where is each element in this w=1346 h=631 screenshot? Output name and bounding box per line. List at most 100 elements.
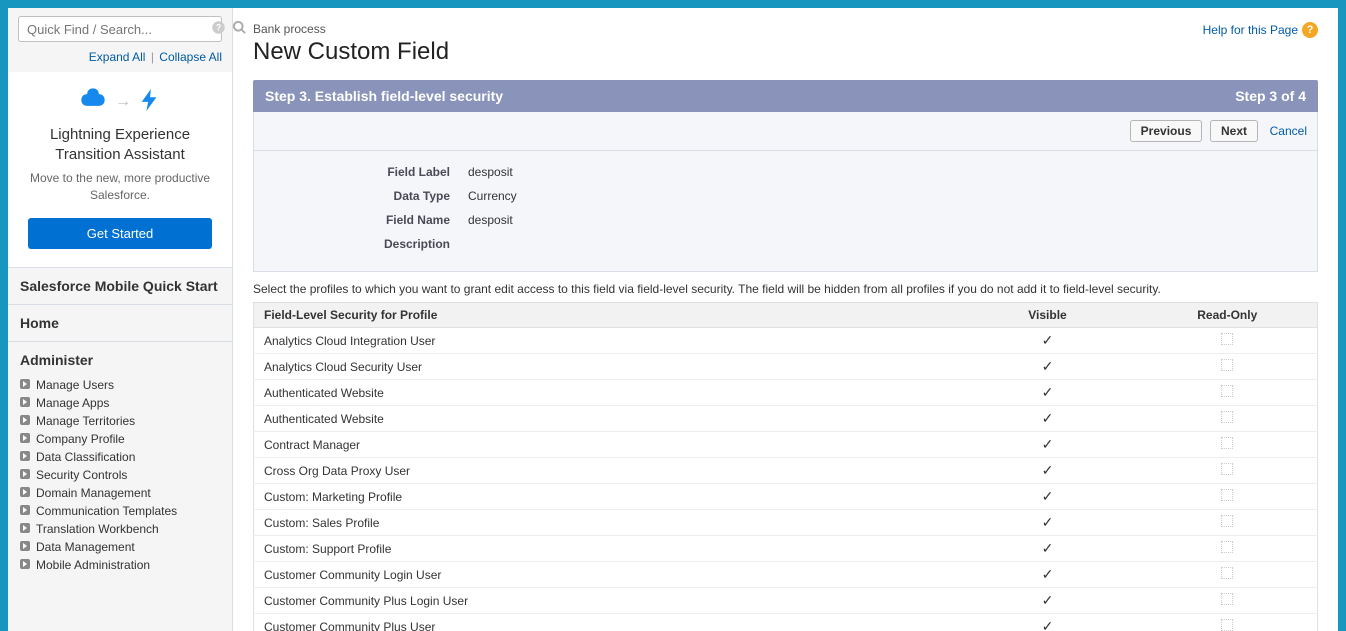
readonly-checkbox[interactable] [1138, 432, 1318, 458]
previous-button[interactable]: Previous [1130, 120, 1203, 142]
sidebar-item-label[interactable]: Data Management [36, 540, 135, 554]
check-icon: ✓ [1042, 488, 1054, 504]
help-for-page-link[interactable]: Help for this Page ? [1203, 22, 1318, 38]
check-icon: ✓ [1042, 358, 1054, 374]
profile-name: Custom: Support Profile [254, 536, 958, 562]
visible-checkbox[interactable]: ✓ [958, 510, 1138, 536]
check-icon: ✓ [1042, 618, 1054, 631]
sidebar-item-label[interactable]: Manage Users [36, 378, 114, 392]
check-icon: ✓ [1042, 436, 1054, 452]
instruction-text: Select the profiles to which you want to… [253, 282, 1318, 296]
visible-checkbox[interactable]: ✓ [958, 458, 1138, 484]
visible-checkbox[interactable]: ✓ [958, 380, 1138, 406]
table-row: Customer Community Plus Login User✓ [254, 588, 1318, 614]
sidebar-item-label[interactable]: Company Profile [36, 432, 125, 446]
data-type-val: Currency [460, 185, 525, 207]
visible-checkbox[interactable]: ✓ [958, 484, 1138, 510]
breadcrumb: Bank process [253, 22, 449, 36]
visible-checkbox[interactable]: ✓ [958, 328, 1138, 354]
mobile-quick-start[interactable]: Salesforce Mobile Quick Start [8, 268, 232, 305]
sidebar-item[interactable]: Manage Territories [20, 412, 220, 430]
visible-checkbox[interactable]: ✓ [958, 536, 1138, 562]
sidebar-item-label[interactable]: Communication Templates [36, 504, 177, 518]
readonly-checkbox[interactable] [1138, 510, 1318, 536]
sidebar-item[interactable]: Mobile Administration [20, 556, 220, 574]
sidebar-item[interactable]: Manage Apps [20, 394, 220, 412]
help-circle-icon[interactable]: ? [211, 20, 226, 38]
sidebar-item[interactable]: Communication Templates [20, 502, 220, 520]
chevron-right-icon [20, 487, 30, 497]
expand-all-link[interactable]: Expand All [89, 50, 146, 64]
readonly-checkbox[interactable] [1138, 536, 1318, 562]
unchecked-icon [1221, 333, 1233, 345]
check-icon: ✓ [1042, 410, 1054, 426]
sidebar-item-label[interactable]: Mobile Administration [36, 558, 150, 572]
th-visible: Visible [958, 303, 1138, 328]
promo-title: Lightning Experience Transition Assistan… [20, 125, 220, 164]
sidebar-item-label[interactable]: Manage Apps [36, 396, 109, 410]
visible-checkbox[interactable]: ✓ [958, 406, 1138, 432]
button-row: Previous Next Cancel [253, 112, 1318, 151]
profile-name: Contract Manager [254, 432, 958, 458]
visible-checkbox[interactable]: ✓ [958, 432, 1138, 458]
table-row: Customer Community Plus User✓ [254, 614, 1318, 631]
cancel-link[interactable]: Cancel [1270, 124, 1307, 138]
next-button[interactable]: Next [1210, 120, 1258, 142]
check-icon: ✓ [1042, 540, 1054, 556]
sidebar-item[interactable]: Manage Users [20, 376, 220, 394]
promo-subtitle: Move to the new, more productive Salesfo… [20, 170, 220, 204]
field-label-lbl: Field Label [268, 161, 458, 183]
sidebar-administer: Administer Manage UsersManage AppsManage… [8, 342, 232, 584]
chevron-right-icon [20, 505, 30, 515]
get-started-button[interactable]: Get Started [28, 218, 212, 249]
readonly-checkbox[interactable] [1138, 354, 1318, 380]
sidebar-item[interactable]: Domain Management [20, 484, 220, 502]
profile-name: Custom: Sales Profile [254, 510, 958, 536]
unchecked-icon [1221, 567, 1233, 579]
quick-find-input[interactable] [19, 18, 211, 41]
visible-checkbox[interactable]: ✓ [958, 354, 1138, 380]
sidebar-item-label[interactable]: Manage Territories [36, 414, 135, 428]
readonly-checkbox[interactable] [1138, 562, 1318, 588]
check-icon: ✓ [1042, 566, 1054, 582]
readonly-checkbox[interactable] [1138, 328, 1318, 354]
readonly-checkbox[interactable] [1138, 380, 1318, 406]
sidebar-item[interactable]: Data Management [20, 538, 220, 556]
sidebar-item-label[interactable]: Translation Workbench [36, 522, 159, 536]
collapse-all-link[interactable]: Collapse All [159, 50, 222, 64]
sidebar-item[interactable]: Data Classification [20, 448, 220, 466]
field-label-val: desposit [460, 161, 525, 183]
chevron-right-icon [20, 559, 30, 569]
readonly-checkbox[interactable] [1138, 588, 1318, 614]
unchecked-icon [1221, 489, 1233, 501]
visible-checkbox[interactable]: ✓ [958, 614, 1138, 631]
sidebar-item[interactable]: Company Profile [20, 430, 220, 448]
visible-checkbox[interactable]: ✓ [958, 562, 1138, 588]
table-row: Customer Community Login User✓ [254, 562, 1318, 588]
home-label: Home [20, 315, 220, 331]
table-row: Custom: Marketing Profile✓ [254, 484, 1318, 510]
profile-name: Authenticated Website [254, 380, 958, 406]
profile-name: Authenticated Website [254, 406, 958, 432]
sidebar-item[interactable]: Security Controls [20, 466, 220, 484]
chevron-right-icon [20, 451, 30, 461]
unchecked-icon [1221, 515, 1233, 527]
lightning-icon [139, 86, 161, 117]
sidebar-item-label[interactable]: Data Classification [36, 450, 135, 464]
visible-checkbox[interactable]: ✓ [958, 588, 1138, 614]
readonly-checkbox[interactable] [1138, 484, 1318, 510]
admin-list: Manage Users Manage Apps Manage Territorie… [20, 376, 220, 574]
chevron-right-icon [20, 379, 30, 389]
cloud-icon [79, 86, 107, 117]
readonly-checkbox[interactable] [1138, 458, 1318, 484]
sidebar-home[interactable]: Home [8, 305, 232, 342]
readonly-checkbox[interactable] [1138, 614, 1318, 631]
check-icon: ✓ [1042, 514, 1054, 530]
readonly-checkbox[interactable] [1138, 406, 1318, 432]
sidebar-item[interactable]: Translation Workbench [20, 520, 220, 538]
step-bar: Step 3. Establish field-level security S… [253, 80, 1318, 112]
fls-table: Field-Level Security for Profile Visible… [253, 302, 1318, 631]
sidebar-item-label[interactable]: Domain Management [36, 486, 151, 500]
chevron-right-icon [20, 523, 30, 533]
sidebar-item-label[interactable]: Security Controls [36, 468, 127, 482]
